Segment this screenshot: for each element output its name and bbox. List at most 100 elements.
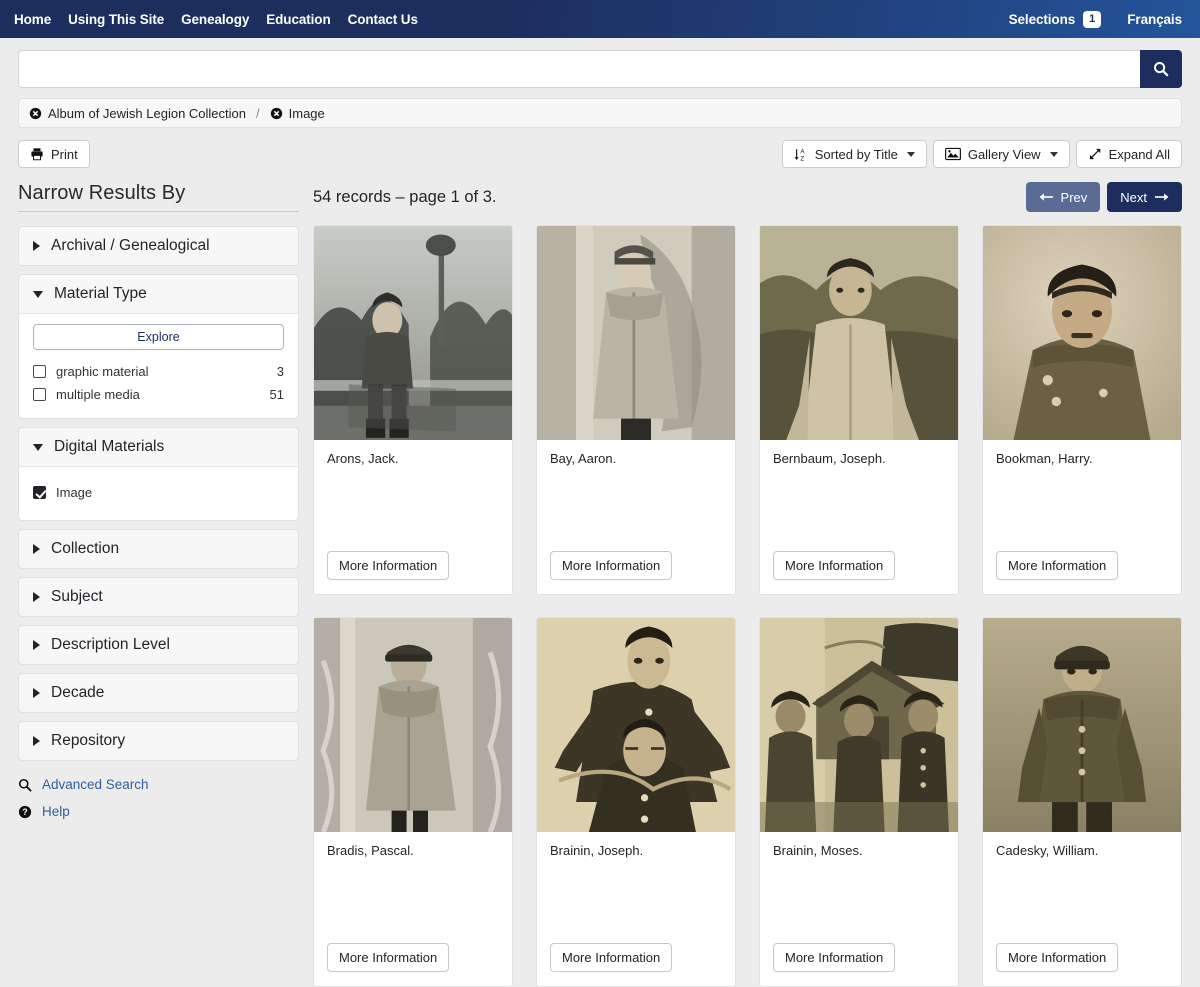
facet-subject-header[interactable]: Subject	[19, 578, 298, 616]
chevron-right-icon	[33, 592, 40, 602]
main-content: Narrow Results By Archival / Genealogica…	[0, 182, 1200, 987]
active-filter-image[interactable]: Image	[270, 106, 325, 121]
result-card[interactable]: Brainin, Joseph. More Information	[536, 617, 736, 987]
facet-material-type-header[interactable]: Material Type	[19, 275, 298, 313]
result-card[interactable]: Arons, Jack. More Information	[313, 225, 513, 595]
result-card[interactable]: Cadesky, William. More Information	[982, 617, 1182, 987]
photo-standing-soldier-cape-bw	[537, 226, 735, 440]
chevron-down-icon	[33, 443, 43, 451]
more-information-button[interactable]: More Information	[773, 943, 896, 972]
facet-decade: Decade	[18, 673, 299, 713]
result-card[interactable]: Brainin, Moses. More Information	[759, 617, 959, 987]
result-card-body: Brainin, Joseph.	[537, 832, 735, 943]
checkbox-graphic-material[interactable]	[33, 365, 46, 378]
nav-link-genealogy[interactable]: Genealogy	[181, 12, 249, 27]
search-input[interactable]	[18, 50, 1140, 88]
language-toggle-francais[interactable]: Français	[1127, 12, 1182, 27]
more-information-button[interactable]: More Information	[327, 551, 450, 580]
help-link[interactable]: ? Help	[18, 804, 299, 819]
more-information-button[interactable]: More Information	[550, 943, 673, 972]
facet-option-image-label: Image	[56, 485, 93, 500]
result-card[interactable]: Bookman, Harry. More Information	[982, 225, 1182, 595]
checkbox-multiple-media[interactable]	[33, 388, 46, 401]
facet-option-multiple-media[interactable]: multiple media 51	[33, 383, 284, 406]
results-grid: Arons, Jack. More Information Bay, Aaron…	[313, 225, 1182, 987]
facet-archival-genealogical: Archival / Genealogical	[18, 226, 299, 266]
prev-page-label: Prev	[1060, 189, 1088, 205]
print-button[interactable]: Print	[18, 140, 90, 168]
result-thumbnail[interactable]	[760, 618, 958, 832]
next-page-button[interactable]: Next	[1107, 182, 1182, 212]
search-submit-button[interactable]	[1140, 50, 1182, 88]
result-card[interactable]: Bernbaum, Joseph. More Information	[759, 225, 959, 595]
facet-description-level-header[interactable]: Description Level	[19, 626, 298, 664]
more-information-button[interactable]: More Information	[996, 551, 1119, 580]
active-filter-collection-label: Album of Jewish Legion Collection	[48, 105, 246, 121]
chevron-down-icon	[33, 290, 43, 298]
photo-soldier-outdoors-sepia	[760, 226, 958, 440]
chevron-right-icon	[33, 640, 40, 650]
result-thumbnail[interactable]	[983, 618, 1181, 832]
result-thumbnail[interactable]	[760, 226, 958, 440]
result-card[interactable]: Bay, Aaron. More Information	[536, 225, 736, 595]
facet-archival-genealogical-header[interactable]: Archival / Genealogical	[19, 227, 298, 265]
checkbox-image[interactable]	[33, 486, 46, 499]
result-card-footer: More Information	[983, 943, 1181, 986]
result-card-body: Brainin, Moses.	[760, 832, 958, 943]
sort-button[interactable]: A Z Sorted by Title	[781, 140, 927, 168]
result-thumbnail[interactable]	[537, 226, 735, 440]
advanced-search-link[interactable]: Advanced Search	[18, 777, 299, 792]
active-filter-collection[interactable]: Album of Jewish Legion Collection	[29, 106, 246, 121]
results-panel: 54 records – page 1 of 3. Prev Next Aron…	[313, 182, 1182, 987]
more-information-button[interactable]: More Information	[550, 551, 673, 580]
result-card-footer: More Information	[314, 943, 512, 986]
search-bar	[18, 50, 1182, 88]
remove-circle-icon	[29, 107, 42, 119]
result-thumbnail[interactable]	[314, 618, 512, 832]
chevron-right-icon	[33, 736, 40, 746]
facet-option-image[interactable]: Image	[33, 481, 284, 504]
result-card-footer: More Information	[537, 551, 735, 594]
facet-repository-label: Repository	[51, 732, 126, 749]
facet-repository-header[interactable]: Repository	[19, 722, 298, 760]
nav-link-using-this-site[interactable]: Using This Site	[68, 12, 164, 27]
more-information-button[interactable]: More Information	[773, 551, 896, 580]
facet-collection: Collection	[18, 529, 299, 569]
result-card-footer: More Information	[760, 943, 958, 986]
result-title: Brainin, Moses.	[773, 843, 863, 858]
view-mode-button[interactable]: Gallery View	[932, 140, 1070, 168]
svg-text:Z: Z	[800, 155, 804, 161]
facet-decade-label: Decade	[51, 684, 105, 701]
prev-page-button[interactable]: Prev	[1025, 182, 1101, 212]
chevron-right-icon	[33, 544, 40, 554]
result-thumbnail[interactable]	[314, 226, 512, 440]
results-header: 54 records – page 1 of 3. Prev Next	[313, 182, 1182, 212]
more-information-button[interactable]: More Information	[327, 943, 450, 972]
result-thumbnail[interactable]	[983, 226, 1181, 440]
more-information-button[interactable]: More Information	[996, 943, 1119, 972]
result-card[interactable]: Bradis, Pascal. More Information	[313, 617, 513, 987]
explore-button[interactable]: Explore	[33, 324, 284, 350]
photo-soldier-standing-sepia	[983, 618, 1181, 832]
chevron-right-icon	[33, 688, 40, 698]
facet-digital-materials-body: Image	[19, 466, 298, 520]
facet-option-graphic-material-label: graphic material	[56, 364, 149, 379]
result-card-body: Bay, Aaron.	[537, 440, 735, 551]
result-card-body: Bradis, Pascal.	[314, 832, 512, 943]
facet-collection-header[interactable]: Collection	[19, 530, 298, 568]
facet-digital-materials-label: Digital Materials	[54, 438, 165, 455]
facet-digital-materials-header[interactable]: Digital Materials	[19, 428, 298, 466]
nav-link-home[interactable]: Home	[14, 12, 51, 27]
result-thumbnail[interactable]	[537, 618, 735, 832]
nav-link-contact-us[interactable]: Contact Us	[348, 12, 418, 27]
view-mode-label: Gallery View	[967, 146, 1041, 162]
expand-all-button[interactable]: Expand All	[1075, 140, 1182, 168]
facet-decade-header[interactable]: Decade	[19, 674, 298, 712]
help-label: Help	[42, 804, 70, 819]
facet-option-graphic-material[interactable]: graphic material 3	[33, 360, 284, 383]
nav-link-education[interactable]: Education	[266, 12, 330, 27]
selections-button[interactable]: Selections 1	[1009, 10, 1102, 28]
photo-two-soldiers-studio-sepia	[537, 618, 735, 832]
search-icon	[1154, 62, 1169, 77]
narrow-results-title: Narrow Results By	[18, 182, 299, 212]
